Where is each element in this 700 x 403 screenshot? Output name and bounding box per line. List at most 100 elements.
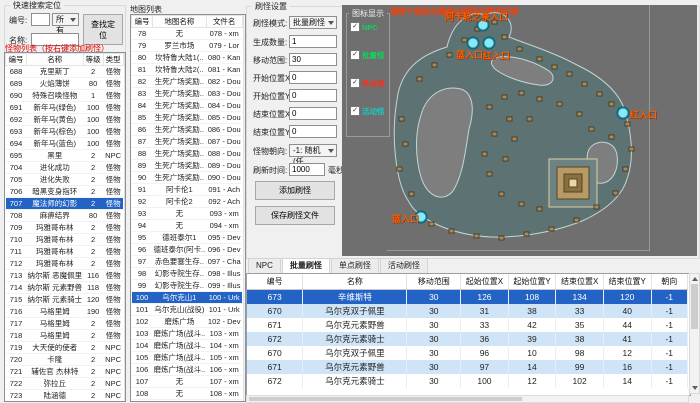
qty-input[interactable] <box>289 35 337 48</box>
startx-input[interactable] <box>289 71 337 84</box>
endx-input[interactable] <box>289 107 337 120</box>
table-row[interactable]: 99幻影寺院生存..099 - Illus <box>132 280 243 292</box>
table-row[interactable]: 705进化失败2怪物 <box>6 174 124 186</box>
table-row[interactable]: 89生死广场奖励..089 - Dou <box>132 160 243 172</box>
scroll-thumb[interactable] <box>691 284 698 329</box>
search-locate-button[interactable]: 查找定位 <box>83 14 123 45</box>
table-row[interactable]: 97赤色要塞生存..097 - Cha <box>132 256 243 268</box>
table-row[interactable]: 81坎特鲁大陆2(..081 - Kan <box>132 64 243 76</box>
table-row[interactable]: 95德班泰尔1095 - Dev <box>132 232 243 244</box>
table-row[interactable]: 87生死广场奖励..087 - Dou <box>132 136 243 148</box>
tab-批量刷怪[interactable]: 批量刷怪 <box>282 258 330 274</box>
table-row[interactable]: 105磨炼广场(战斗..105 - xm <box>132 352 243 364</box>
table-row[interactable]: 108无108 - xm <box>132 388 243 400</box>
monster-list-scrollbar[interactable] <box>124 53 126 401</box>
table-row[interactable]: 86生死广场奖励..086 - Dou <box>132 124 243 136</box>
spawn-grid-vscrollbar[interactable] <box>689 273 700 394</box>
direction-dropdown[interactable]: -1: 随机(任 <box>289 144 337 157</box>
table-row[interactable]: 94无094 - xm <box>132 220 243 232</box>
table-row[interactable]: 715纳尔斯 元素骑士120怪物 <box>6 294 124 306</box>
icon-filter-批量怪[interactable]: ✓批量怪 <box>350 50 385 60</box>
table-row[interactable]: 688克里斯丁2怪物 <box>6 66 124 78</box>
column-header[interactable]: 结束位置Y <box>603 274 651 290</box>
column-header[interactable]: 名称 <box>27 54 84 66</box>
table-row[interactable]: 670乌尔克双子佩里3031383340-1 <box>247 304 688 318</box>
table-row[interactable]: 692新年马(黄色)100怪物 <box>6 114 124 126</box>
table-row[interactable]: 716马格里姆190怪物 <box>6 306 124 318</box>
add-spawn-button[interactable]: 添加刷怪 <box>255 181 335 200</box>
table-row[interactable]: 714纳尔斯 元素野兽118怪物 <box>6 282 124 294</box>
table-row[interactable]: 83生死广场奖励..083 - Dou <box>132 88 243 100</box>
entrance-marker-icon[interactable] <box>618 108 629 119</box>
table-row[interactable]: 672乌尔克元素骑士301001210214-1 <box>247 374 688 388</box>
icon-filter-单点怪[interactable]: ✓单点怪 <box>350 78 385 88</box>
table-row[interactable]: 689火焰薄饼80怪物 <box>6 78 124 90</box>
table-row[interactable]: 103磨炼广场(战斗..103 - xm <box>132 328 243 340</box>
filter-dropdown[interactable]: 所有 <box>52 13 79 26</box>
entrance-marker-icon[interactable] <box>484 38 495 49</box>
table-row[interactable]: 695黑里2NPC <box>6 150 124 162</box>
table-row[interactable]: 691新年马(绿色)100怪物 <box>6 102 124 114</box>
table-row[interactable]: 670乌尔克双子佩里3096109812-1 <box>247 346 688 360</box>
column-header[interactable]: 移动范围 <box>407 274 461 290</box>
id-input[interactable] <box>31 13 50 26</box>
column-header[interactable]: 名称 <box>303 274 407 290</box>
table-row[interactable]: 93无093 - xm <box>132 208 243 220</box>
scroll-thumb[interactable] <box>249 397 522 401</box>
column-header[interactable]: 地图名称 <box>153 16 207 28</box>
table-row[interactable]: 80坎特鲁大陆1(..080 - Kan <box>132 52 243 64</box>
column-header[interactable]: 文件名 <box>206 16 242 28</box>
tab-NPC[interactable]: NPC <box>248 258 281 273</box>
table-row[interactable]: 711玛雅哥布林2怪物 <box>6 246 124 258</box>
table-row[interactable]: 694新年马(蓝色)100怪物 <box>6 138 124 150</box>
table-row[interactable]: 102磨炼广场102 - Dev <box>132 316 243 328</box>
column-header[interactable]: 类型 <box>103 54 123 66</box>
column-header[interactable]: 朝向 <box>651 274 687 290</box>
table-row[interactable]: 704进化成功2怪物 <box>6 162 124 174</box>
icon-filter-NPC[interactable]: ✓NPC <box>350 22 378 32</box>
table-row[interactable]: 713纳尔斯 恶魔佩里116怪物 <box>6 270 124 282</box>
table-row[interactable]: 78无078 - xm <box>132 28 243 40</box>
column-header[interactable]: 编号 <box>132 16 153 28</box>
table-row[interactable]: 106磨炼广场(战斗..106 - xm <box>132 364 243 376</box>
table-row[interactable]: 104磨炼广场(战斗..104 - xm <box>132 340 243 352</box>
endy-input[interactable] <box>289 125 337 138</box>
starty-input[interactable] <box>289 89 337 102</box>
column-header[interactable]: 起始位置Y <box>508 274 556 290</box>
range-input[interactable] <box>289 53 337 66</box>
entrance-marker-icon[interactable] <box>468 38 479 49</box>
refresh-time-input[interactable] <box>289 163 325 176</box>
table-row[interactable]: 712玛雅哥布林2怪物 <box>6 258 124 270</box>
table-row[interactable]: 721辅佐官 杰林特2NPC <box>6 366 124 378</box>
table-row[interactable]: 96德班泰尔(阿卡..096 - Dev <box>132 244 243 256</box>
table-row[interactable]: 693新年马(棕色)100怪物 <box>6 126 124 138</box>
table-row[interactable]: 98幻影寺院生存..098 - Illus <box>132 268 243 280</box>
column-header[interactable]: 起始位置X <box>461 274 509 290</box>
table-row[interactable]: 92阿卡伦2092 - Ach <box>132 196 243 208</box>
table-row[interactable]: 708麻痹结界80怪物 <box>6 210 124 222</box>
checkbox-icon[interactable]: ✓ <box>350 50 360 60</box>
table-row[interactable]: 88生死广场奖励..088 - Dou <box>132 148 243 160</box>
map-canvas[interactable]: 请按下鼠标左键画出刷怪位置或区域 <box>387 5 650 251</box>
table-row[interactable]: 91阿卡伦1091 - Ach <box>132 184 243 196</box>
table-row[interactable]: 671乌尔克元素野兽3033423544-1 <box>247 318 688 332</box>
checkbox-icon[interactable]: ✓ <box>350 78 360 88</box>
table-row[interactable]: 690特殊召唤怪物1怪物 <box>6 90 124 102</box>
checkbox-icon[interactable]: ✓ <box>350 106 360 116</box>
column-header[interactable]: 编号 <box>6 54 27 66</box>
table-row[interactable]: 717马格里姆2怪物 <box>6 318 124 330</box>
table-row[interactable]: 722弥拉丘2NPC <box>6 378 124 390</box>
table-row[interactable]: 710玛雅哥布林2怪物 <box>6 234 124 246</box>
table-row[interactable]: 107无107 - xm <box>132 376 243 388</box>
tab-活动刷怪[interactable]: 活动刷怪 <box>380 258 428 273</box>
table-row[interactable]: 707魔法师的幻影2怪物 <box>6 198 124 210</box>
table-row[interactable]: 79罗兰市场079 - Lor <box>132 40 243 52</box>
table-row[interactable]: 723陆涵德2NPC <box>6 390 124 402</box>
table-row[interactable]: 673辛维斯特30126108134120-1 <box>247 290 688 305</box>
table-row[interactable]: 85生死广场奖励..085 - Dou <box>132 112 243 124</box>
column-header[interactable]: 等级 <box>83 54 103 66</box>
scroll-down-icon[interactable] <box>692 386 698 390</box>
table-row[interactable]: 718马格里姆2怪物 <box>6 330 124 342</box>
table-row[interactable]: 101乌尔克山(战役)101 - Urk <box>132 304 243 316</box>
column-header[interactable]: 编号 <box>247 274 303 290</box>
